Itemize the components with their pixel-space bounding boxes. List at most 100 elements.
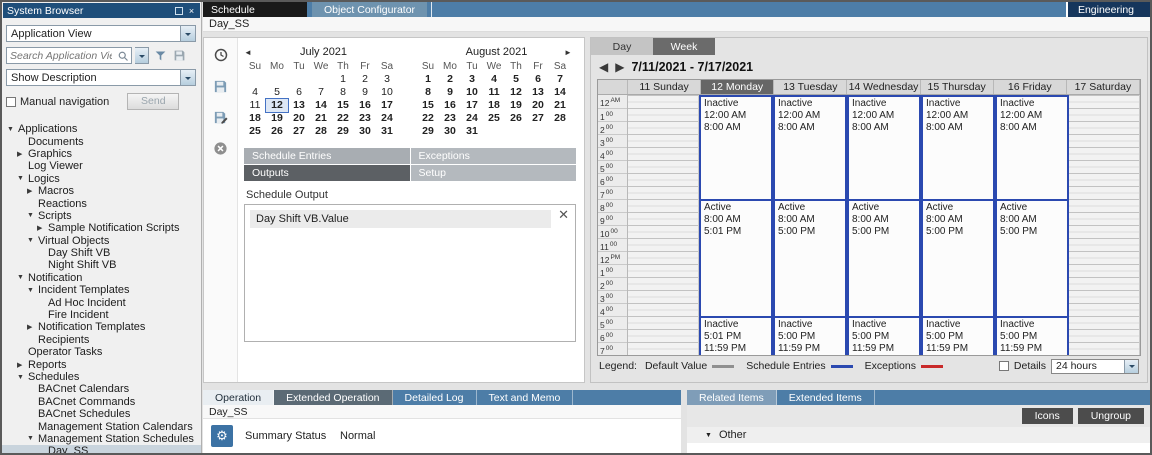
remove-output-icon[interactable]: ✕ — [558, 208, 569, 221]
tree-item-ad-hoc-incident[interactable]: Ad Hoc Incident — [2, 296, 201, 308]
tree-item-sample-notification-scripts[interactable]: ▶Sample Notification Scripts — [2, 222, 201, 234]
calendar-day-cell[interactable]: 18 — [244, 112, 266, 125]
prev-month-icon[interactable]: ◄ — [244, 48, 256, 57]
tree-item-night-shift-vb[interactable]: Night Shift VB — [2, 259, 201, 271]
calendar-day-cell[interactable]: 9 — [439, 86, 461, 99]
tab-day[interactable]: Day — [591, 38, 653, 55]
expanded-arrow-icon[interactable]: ▼ — [27, 287, 38, 294]
schedule-block[interactable]: Inactive12:00 AM8:00 AM — [849, 95, 919, 199]
view-select[interactable]: Application View — [6, 25, 196, 42]
chevron-down-icon[interactable] — [180, 26, 195, 41]
calendar-day-cell[interactable]: 20 — [288, 112, 310, 125]
tree-item-notification[interactable]: ▼Notification — [2, 272, 201, 284]
description-select[interactable]: Show Description — [6, 69, 196, 86]
day-column[interactable] — [628, 95, 699, 355]
calendar-day-cell[interactable]: 14 — [549, 86, 571, 99]
calendar-day-cell[interactable]: 31 — [461, 125, 483, 138]
calendar-day-cell[interactable]: 25 — [483, 112, 505, 125]
collapsed-arrow-icon[interactable]: ▶ — [37, 224, 48, 232]
calendar-day-cell[interactable]: 5 — [505, 73, 527, 86]
calendar-day-cell[interactable]: 13 — [288, 99, 310, 112]
next-week-icon[interactable]: ▶ — [615, 61, 624, 73]
calendar-day-cell[interactable]: 21 — [549, 99, 571, 112]
calendar-day-cell[interactable]: 4 — [244, 86, 266, 99]
day-header[interactable]: 14 Wednesday — [847, 80, 920, 94]
calendar-day-cell[interactable]: 22 — [332, 112, 354, 125]
tab-engineering[interactable]: Engineering — [1066, 2, 1150, 17]
filter-icon[interactable] — [152, 48, 168, 64]
calendar-day-cell[interactable]: 25 — [244, 125, 266, 138]
calendar-day-cell[interactable]: 26 — [505, 112, 527, 125]
tab-schedule-entries[interactable]: Schedule Entries — [244, 148, 410, 164]
calendar-day-cell[interactable]: 1 — [417, 73, 439, 86]
calendar-day-cell[interactable]: 17 — [461, 99, 483, 112]
expanded-arrow-icon[interactable]: ▼ — [27, 435, 38, 442]
tree-item-management-station-calendars[interactable]: Management Station Calendars — [2, 420, 201, 432]
calendar-day-cell[interactable]: 1 — [332, 73, 354, 86]
ungroup-button[interactable]: Ungroup — [1078, 408, 1144, 424]
tab-schedule[interactable]: Schedule — [203, 2, 307, 17]
day-column[interactable]: Inactive12:00 AM8:00 AMActive8:00 AM5:01… — [699, 95, 773, 355]
calendar-day-cell[interactable]: 22 — [417, 112, 439, 125]
calendar-day-cell[interactable]: 10 — [461, 86, 483, 99]
tree-item-schedules[interactable]: ▼Schedules — [2, 371, 201, 383]
tree-item-fire-incident[interactable]: Fire Incident — [2, 309, 201, 321]
collapsed-arrow-icon[interactable]: ▶ — [27, 323, 38, 331]
day-header[interactable]: 13 Tuesday — [774, 80, 847, 94]
tree-item-bacnet-schedules[interactable]: BACnet Schedules — [2, 408, 201, 420]
calendar-day-cell[interactable]: 16 — [354, 99, 376, 112]
day-header[interactable]: 15 Thursday — [921, 80, 994, 94]
calendar-day-cell[interactable]: 28 — [549, 112, 571, 125]
expanded-arrow-icon[interactable]: ▼ — [27, 237, 38, 244]
previous-week-icon[interactable]: ◀ — [599, 61, 608, 73]
tab-detailed-log[interactable]: Detailed Log — [393, 390, 477, 405]
search-input[interactable] — [7, 50, 115, 62]
tree-item-day-shift-vb[interactable]: Day Shift VB — [2, 247, 201, 259]
window-icon[interactable] — [175, 7, 183, 15]
output-item[interactable]: Day Shift VB.Value — [250, 210, 551, 228]
save-icon[interactable] — [212, 77, 230, 95]
day-column[interactable]: Inactive12:00 AM8:00 AMActive8:00 AM5:00… — [921, 95, 995, 355]
collapsed-arrow-icon[interactable]: ▶ — [17, 150, 28, 158]
expanded-arrow-icon[interactable]: ▼ — [17, 274, 28, 281]
expanded-arrow-icon[interactable]: ▼ — [17, 374, 28, 381]
calendar-day-cell[interactable]: 14 — [310, 99, 332, 112]
tree-item-reports[interactable]: ▶Reports — [2, 358, 201, 370]
range-select[interactable]: 24 hours — [1051, 359, 1139, 374]
tree-item-logics[interactable]: ▼Logics — [2, 173, 201, 185]
expanded-arrow-icon[interactable]: ▼ — [7, 126, 18, 133]
manual-navigation-checkbox[interactable] — [6, 97, 16, 107]
day-column[interactable]: Inactive12:00 AM8:00 AMActive8:00 AM5:00… — [847, 95, 921, 355]
tab-exceptions[interactable]: Exceptions — [411, 148, 577, 164]
tab-operation[interactable]: Operation — [203, 390, 274, 405]
tab-extended-items[interactable]: Extended Items — [777, 390, 875, 405]
cancel-icon[interactable] — [212, 139, 230, 157]
save-icon[interactable] — [171, 48, 187, 64]
tab-text-and-memo[interactable]: Text and Memo — [477, 390, 574, 405]
tab-object-configurator[interactable]: Object Configurator — [312, 2, 427, 17]
tree-item-macros[interactable]: ▶Macros — [2, 185, 201, 197]
calendar-day-cell[interactable]: 7 — [549, 73, 571, 86]
calendar-day-cell[interactable]: 19 — [266, 112, 288, 125]
calendar-day-cell[interactable]: 3 — [376, 73, 398, 86]
schedule-block[interactable]: Inactive5:00 PM11:59 PM — [923, 316, 993, 355]
tree-item-recipients[interactable]: Recipients — [2, 334, 201, 346]
calendar-day-cell[interactable]: 30 — [354, 125, 376, 138]
calendar-day-cell[interactable]: 19 — [505, 99, 527, 112]
schedule-block[interactable]: Inactive12:00 AM8:00 AM — [775, 95, 845, 199]
schedule-block[interactable]: Active8:00 AM5:00 PM — [775, 199, 845, 316]
day-header[interactable]: 17 Saturday — [1067, 80, 1140, 94]
calendar-day-cell[interactable]: 29 — [417, 125, 439, 138]
schedule-block[interactable]: Active8:00 AM5:00 PM — [923, 199, 993, 316]
calendar-day-cell[interactable]: 20 — [527, 99, 549, 112]
calendar-day-cell[interactable]: 12 — [266, 99, 288, 112]
calendar-day-cell[interactable]: 23 — [439, 112, 461, 125]
schedule-block[interactable]: Active8:00 AM5:00 PM — [849, 199, 919, 316]
calendar-day-cell[interactable]: 4 — [483, 73, 505, 86]
schedule-block[interactable]: Inactive12:00 AM8:00 AM — [923, 95, 993, 199]
tree-item-bacnet-commands[interactable]: BACnet Commands — [2, 396, 201, 408]
send-button[interactable]: Send — [127, 93, 179, 110]
collapsed-arrow-icon[interactable]: ▶ — [17, 361, 28, 369]
tree-item-notification-templates[interactable]: ▶Notification Templates — [2, 321, 201, 333]
tree-item-log-viewer[interactable]: Log Viewer — [2, 160, 201, 172]
